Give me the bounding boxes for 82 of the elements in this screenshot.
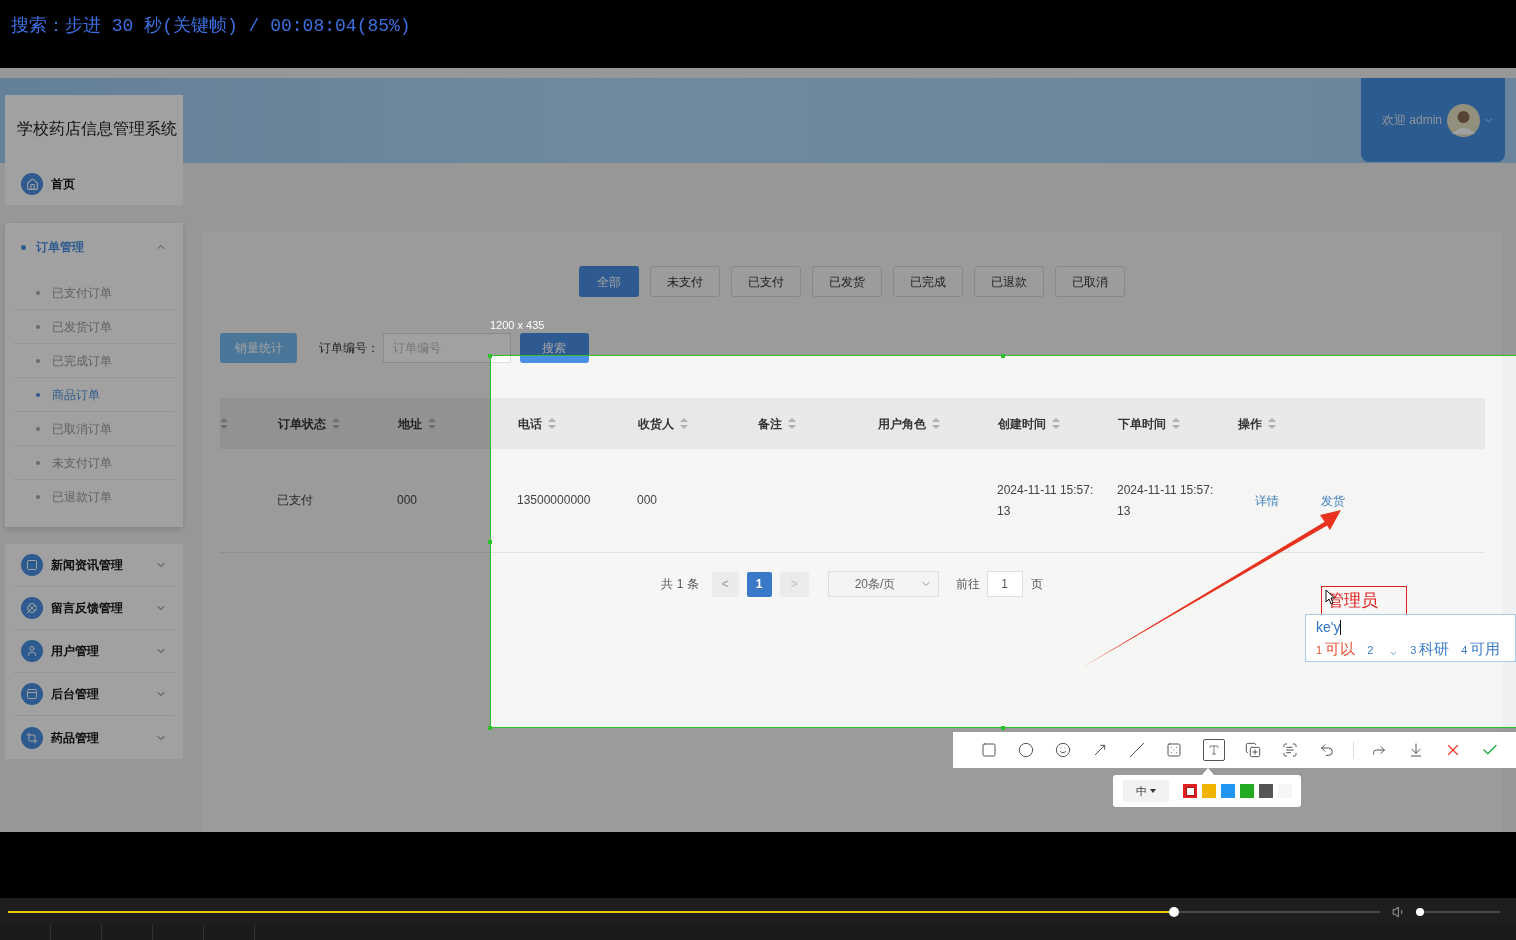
app-title: 学校药店信息管理系统 — [16, 119, 178, 139]
home-label: 首页 — [51, 176, 75, 193]
clover-icon — [21, 597, 43, 619]
font-size-select[interactable]: 中 — [1123, 780, 1169, 802]
status-tab[interactable]: 未支付 — [650, 266, 720, 297]
color-swatch[interactable] — [1183, 784, 1197, 798]
sort-icon[interactable] — [332, 418, 340, 429]
column-header[interactable]: 备注 — [758, 414, 782, 433]
row-action-link[interactable]: 详情 — [1255, 491, 1279, 510]
column-header[interactable]: 创建时间 — [998, 414, 1046, 433]
text-caret — [1340, 619, 1342, 635]
text-icon[interactable] — [1202, 739, 1225, 761]
column-header[interactable]: 订单状态 — [278, 414, 326, 433]
total-count: 共 1 条 — [661, 576, 699, 593]
table-cell-text: 已支付 — [277, 492, 313, 509]
sort-icon[interactable] — [788, 418, 796, 429]
table-cell-text: 2024-11-11 15:57:13 — [1117, 481, 1215, 520]
column-header[interactable]: 收货人 — [638, 414, 674, 433]
menu-group[interactable]: 后台管理 — [13, 673, 175, 716]
column-header[interactable]: 下单时间 — [1118, 414, 1166, 433]
crop-icon — [21, 726, 43, 749]
table-cell-text: 2024-11-11 15:57:13 — [997, 481, 1095, 520]
menu-group[interactable]: 订单管理 — [5, 223, 183, 271]
user-icon — [21, 640, 43, 662]
table-cell-text: 13500000000 — [517, 492, 591, 509]
menu-group[interactable]: 用户管理 — [13, 630, 175, 673]
sort-icon[interactable] — [220, 418, 228, 429]
resize-handle[interactable] — [1001, 726, 1005, 730]
menu-group[interactable]: 药品管理 — [13, 716, 175, 759]
color-swatch[interactable] — [1221, 784, 1235, 798]
status-tab[interactable]: 已完成 — [893, 266, 963, 297]
order-number-label: 订单编号： — [319, 340, 380, 357]
resize-handle[interactable] — [488, 726, 492, 730]
square-icon — [21, 554, 43, 576]
status-tab[interactable]: 已取消 — [1055, 266, 1125, 297]
row-action-link[interactable]: 发货 — [1321, 491, 1345, 510]
submenu-item[interactable]: 商品订单 — [13, 378, 175, 412]
page-button[interactable]: 1 — [746, 571, 772, 597]
ime-candidate[interactable]: 2 — [1367, 637, 1382, 661]
status-tab[interactable]: 已退款 — [974, 266, 1044, 297]
color-swatch[interactable] — [1240, 784, 1254, 798]
color-swatch[interactable] — [1259, 784, 1273, 798]
sort-icon[interactable] — [1172, 418, 1180, 429]
ime-candidate[interactable]: 4 可用 — [1461, 637, 1501, 661]
progress-thumb[interactable] — [1169, 906, 1180, 917]
page-suffix: 页 — [1030, 576, 1043, 593]
table-cell-text: 000 — [637, 492, 658, 509]
status-tab[interactable]: 已发货 — [812, 266, 882, 297]
panel-icon — [21, 683, 43, 705]
ime-candidate[interactable]: 1 可以 — [1316, 637, 1356, 661]
resize-handle[interactable] — [488, 540, 492, 544]
page-size-select[interactable]: 20条/页 — [827, 571, 939, 597]
volume-thumb[interactable] — [1416, 907, 1425, 916]
table-cell-text: 000 — [397, 492, 418, 509]
sort-icon[interactable] — [932, 418, 940, 429]
menu-group[interactable]: 留言反馈管理 — [13, 587, 175, 630]
resize-handle[interactable] — [1001, 354, 1005, 358]
goto-page-field[interactable]: 1 — [986, 571, 1023, 597]
caret-icon — [1150, 789, 1156, 793]
sort-icon[interactable] — [680, 418, 688, 429]
resize-handle[interactable] — [488, 354, 492, 358]
column-header[interactable]: 地址 — [398, 414, 422, 433]
menu-group[interactable]: 新闻资讯管理 — [13, 544, 175, 587]
osd-status-text: 搜索：步进 30 秒(关键帧) / 00:08:04(85%) — [11, 16, 411, 36]
selection-size-label: 1200 x 435 — [490, 318, 545, 332]
status-tab[interactable]: 已支付 — [731, 266, 801, 297]
avatar — [1447, 103, 1481, 137]
home-icon — [21, 173, 43, 195]
goto-label: 前往 — [955, 576, 980, 593]
ime-candidate[interactable]: 3 科研 — [1410, 637, 1450, 661]
search-button[interactable]: 搜索 — [520, 333, 589, 363]
sort-icon[interactable] — [428, 418, 436, 429]
column-header[interactable]: 操作 — [1238, 414, 1262, 433]
column-header[interactable]: 电话 — [518, 414, 542, 433]
sidebar-item[interactable]: 首页 — [5, 163, 183, 205]
column-header[interactable]: 用户角色 — [878, 414, 926, 433]
color-swatch[interactable] — [1202, 784, 1216, 798]
sort-icon[interactable] — [548, 418, 556, 429]
sort-icon[interactable] — [1268, 418, 1276, 429]
status-tab[interactable]: 全部 — [579, 266, 639, 297]
sort-icon[interactable] — [1052, 418, 1060, 429]
ime-input[interactable]: ke'y — [1316, 616, 1341, 638]
